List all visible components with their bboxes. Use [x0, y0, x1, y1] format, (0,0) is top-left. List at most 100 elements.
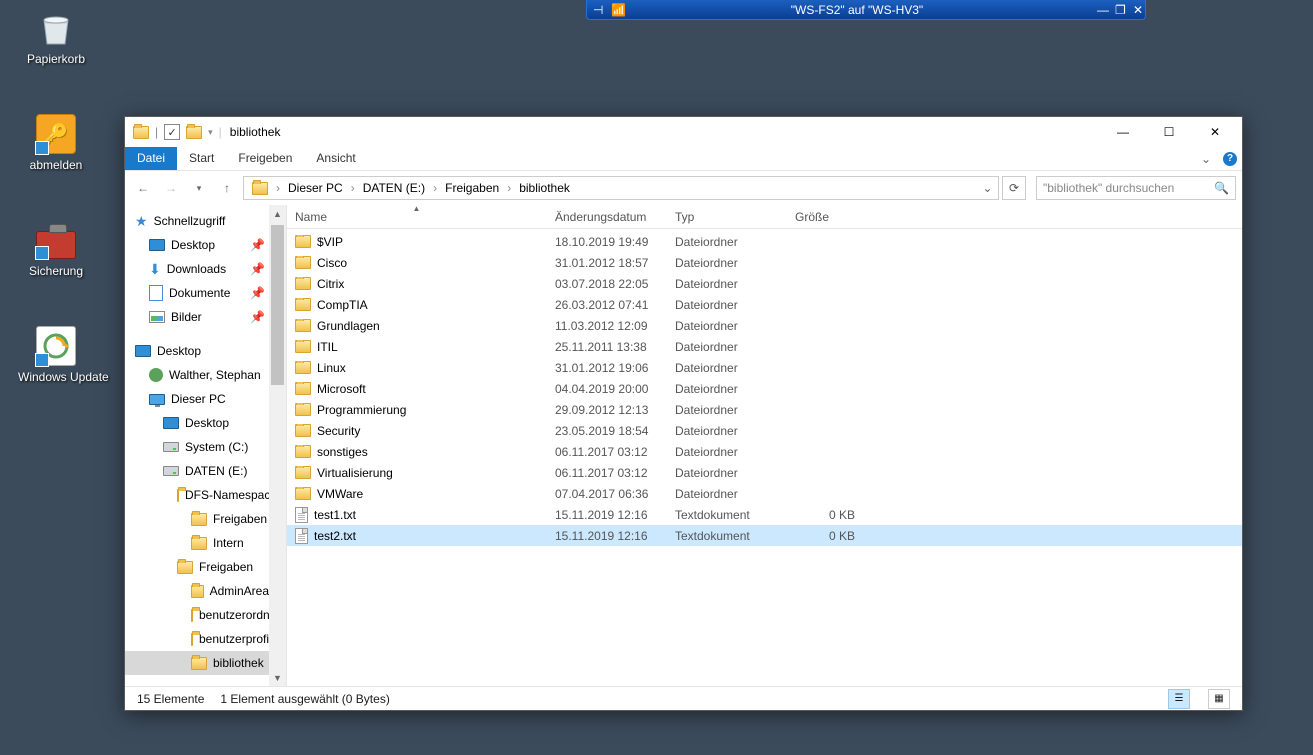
tree-freigaben2[interactable]: Freigaben	[125, 555, 286, 579]
tree-e-drive[interactable]: DATEN (E:)	[125, 459, 286, 483]
restore-button[interactable]: ❐	[1109, 3, 1127, 17]
tab-file[interactable]: Datei	[125, 147, 177, 170]
view-large-icons-button[interactable]: ▦	[1208, 689, 1230, 709]
titlebar[interactable]: | ✓ ▾ | bibliothek — ☐ ✕	[125, 117, 1242, 147]
file-row[interactable]: Virtualisierung06.11.2017 03:12Dateiordn…	[287, 462, 1242, 483]
scroll-down-icon[interactable]: ▼	[269, 669, 286, 686]
tree-c-drive[interactable]: System (C:)	[125, 435, 286, 459]
file-size: 0 KB	[787, 508, 863, 522]
desktop-icon-backup[interactable]: Sicherung	[18, 220, 94, 278]
address-dropdown-icon[interactable]: ⌄	[978, 181, 996, 195]
col-date[interactable]: Änderungsdatum	[547, 205, 667, 228]
tree-desktop-root[interactable]: Desktop	[125, 339, 286, 363]
tree-quick-access[interactable]: ★Schnellzugriff	[125, 209, 286, 233]
file-row[interactable]: test1.txt15.11.2019 12:16Textdokument0 K…	[287, 504, 1242, 525]
tab-start[interactable]: Start	[177, 147, 226, 170]
file-name: ITIL	[317, 340, 338, 354]
folder-icon	[295, 445, 311, 458]
desktop-icon-label: Papierkorb	[18, 52, 94, 66]
refresh-button[interactable]: ⟳	[1002, 176, 1026, 200]
col-name[interactable]: Name▲	[287, 205, 547, 228]
nav-forward-button[interactable]: →	[159, 176, 183, 200]
file-row[interactable]: ITIL25.11.2011 13:38Dateiordner	[287, 336, 1242, 357]
breadcrumb-segment[interactable]: Dieser PC	[282, 177, 349, 199]
breadcrumb-segment[interactable]: Freigaben	[439, 177, 505, 199]
tree-user[interactable]: Walther, Stephan	[125, 363, 286, 387]
minimize-button[interactable]: —	[1091, 3, 1109, 17]
close-button[interactable]: ✕	[1127, 3, 1145, 17]
nav-back-button[interactable]: ←	[131, 176, 155, 200]
nav-up-button[interactable]: ↑	[215, 176, 239, 200]
folder-icon	[295, 424, 311, 437]
tree-downloads[interactable]: ⬇Downloads📌	[125, 257, 286, 281]
file-row[interactable]: VMWare07.04.2017 06:36Dateiordner	[287, 483, 1242, 504]
pin-icon[interactable]: ⊣	[587, 3, 605, 17]
file-rows[interactable]: $VIP18.10.2019 19:49DateiordnerCisco31.0…	[287, 229, 1242, 686]
address-bar[interactable]: › Dieser PC› DATEN (E:)› Freigaben› bibl…	[243, 176, 999, 200]
file-name: Linux	[317, 361, 346, 375]
breadcrumb-segment[interactable]: DATEN (E:)	[357, 177, 431, 199]
close-button[interactable]: ✕	[1192, 117, 1238, 147]
tree-adminarea[interactable]: AdminArea	[125, 579, 286, 603]
file-row[interactable]: $VIP18.10.2019 19:49Dateiordner	[287, 231, 1242, 252]
tree-desktop[interactable]: Desktop📌	[125, 233, 286, 257]
tree-bibliothek[interactable]: bibliothek	[125, 651, 286, 675]
tree-dfs[interactable]: DFS-Namespaces	[125, 483, 286, 507]
tree-scrollbar[interactable]: ▲ ▼	[269, 205, 286, 686]
file-row[interactable]: Security23.05.2019 18:54Dateiordner	[287, 420, 1242, 441]
tree-documents[interactable]: Dokumente📌	[125, 281, 286, 305]
tree-this-pc[interactable]: Dieser PC	[125, 387, 286, 411]
pictures-icon	[149, 311, 165, 323]
folder-icon	[295, 382, 311, 395]
tree-pictures[interactable]: Bilder📌	[125, 305, 286, 329]
window-title: bibliothek	[222, 125, 281, 139]
search-icon[interactable]: 🔍	[1214, 181, 1229, 195]
minimize-button[interactable]: —	[1100, 117, 1146, 147]
file-date: 07.04.2017 06:36	[547, 487, 667, 501]
file-icon	[295, 507, 308, 523]
file-icon	[295, 528, 308, 544]
nav-history-dropdown[interactable]: ▾	[187, 176, 211, 200]
search-input[interactable]	[1043, 181, 1214, 195]
remote-session-bar[interactable]: ⊣ 📶 "WS-FS2" auf "WS-HV3" — ❐ ✕	[586, 0, 1146, 20]
qat-newfolder-icon[interactable]	[186, 126, 202, 139]
navigation-tree[interactable]: ★Schnellzugriff Desktop📌 ⬇Downloads📌 Dok…	[125, 205, 287, 686]
tree-desktop-pc[interactable]: Desktop	[125, 411, 286, 435]
pin-icon: 📌	[250, 310, 269, 324]
file-type: Dateiordner	[667, 361, 787, 375]
file-row[interactable]: Citrix03.07.2018 22:05Dateiordner	[287, 273, 1242, 294]
tab-share[interactable]: Freigeben	[226, 147, 304, 170]
file-row[interactable]: Microsoft04.04.2019 20:00Dateiordner	[287, 378, 1242, 399]
file-row[interactable]: Linux31.01.2012 19:06Dateiordner	[287, 357, 1242, 378]
file-row[interactable]: sonstiges06.11.2017 03:12Dateiordner	[287, 441, 1242, 462]
tree-freigaben[interactable]: Freigaben	[125, 507, 286, 531]
file-type: Dateiordner	[667, 382, 787, 396]
search-box[interactable]: 🔍	[1036, 176, 1236, 200]
file-row[interactable]: CompTIA26.03.2012 07:41Dateiordner	[287, 294, 1242, 315]
tree-intern[interactable]: Intern	[125, 531, 286, 555]
file-size: 0 KB	[787, 529, 863, 543]
desktop-icon-windows-update[interactable]: Windows Update	[18, 326, 94, 384]
col-size[interactable]: Größe	[787, 205, 863, 228]
qat-dropdown-icon[interactable]: ▾	[208, 127, 213, 138]
qat-properties-icon[interactable]: ✓	[164, 124, 180, 140]
tree-benutzerordner[interactable]: benutzerordner	[125, 603, 286, 627]
tab-view[interactable]: Ansicht	[304, 147, 367, 170]
maximize-button[interactable]: ☐	[1146, 117, 1192, 147]
ribbon-expand-icon[interactable]: ⌄	[1194, 147, 1218, 170]
breadcrumb-segment[interactable]: bibliothek	[513, 177, 576, 199]
scroll-up-icon[interactable]: ▲	[269, 205, 286, 222]
file-row[interactable]: Programmierung29.09.2012 12:13Dateiordne…	[287, 399, 1242, 420]
folder-icon	[295, 487, 311, 500]
desktop-icon-logoff[interactable]: 🔑 abmelden	[18, 114, 94, 172]
scroll-thumb[interactable]	[271, 225, 284, 385]
file-row[interactable]: Cisco31.01.2012 18:57Dateiordner	[287, 252, 1242, 273]
help-button[interactable]: ?	[1218, 147, 1242, 170]
file-row[interactable]: test2.txt15.11.2019 12:16Textdokument0 K…	[287, 525, 1242, 546]
col-type[interactable]: Typ	[667, 205, 787, 228]
desktop-icon-recycle-bin[interactable]: Papierkorb	[18, 8, 94, 66]
file-row[interactable]: Grundlagen11.03.2012 12:09Dateiordner	[287, 315, 1242, 336]
tree-benutzerprofile[interactable]: benutzerprofile	[125, 627, 286, 651]
key-icon: 🔑	[36, 114, 76, 154]
view-details-button[interactable]: ☰	[1168, 689, 1190, 709]
